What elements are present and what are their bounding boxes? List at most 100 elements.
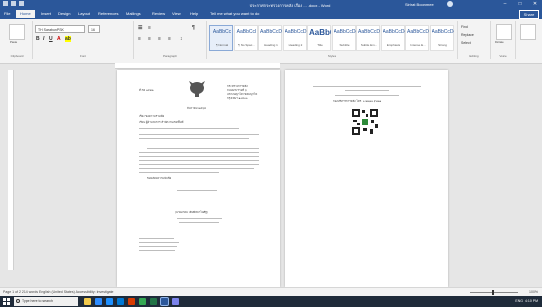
store-icon[interactable] bbox=[106, 298, 113, 305]
microphone-icon[interactable] bbox=[496, 24, 512, 40]
clipboard-group-label: Clipboard bbox=[10, 54, 24, 58]
powerpoint-icon[interactable] bbox=[128, 298, 135, 305]
system-tray[interactable]: ENG 4:10 PM bbox=[515, 299, 538, 303]
text-line bbox=[139, 152, 259, 153]
line-spacing-icon[interactable]: ↕ bbox=[180, 36, 183, 42]
undo-icon[interactable] bbox=[11, 1, 16, 6]
edge-icon[interactable] bbox=[95, 298, 102, 305]
style-name: Emphasis bbox=[386, 43, 401, 47]
align-right-icon[interactable]: ≡ bbox=[158, 36, 161, 42]
style-card[interactable]: AaBbCcI Title bbox=[307, 25, 331, 51]
tab-help[interactable]: Help bbox=[190, 10, 198, 18]
text-line bbox=[139, 128, 239, 129]
contact-note: กองบริหารการคลัง โทร. ๐ ๒๒๗๓ ๙๐๒๑ bbox=[333, 99, 382, 103]
window-controls: – □ ✕ bbox=[502, 1, 538, 7]
document-page-1[interactable]: ที่ กค ๐๔๒๒ กระทรวงการคลัง ถนนพระรามที่ … bbox=[117, 70, 280, 287]
style-card[interactable]: AaBbCcI ¶ No Spac... bbox=[233, 25, 258, 51]
share-button[interactable]: Share bbox=[519, 10, 539, 19]
tab-view[interactable]: View bbox=[172, 10, 181, 18]
windows-start-icon[interactable] bbox=[3, 298, 10, 305]
voice-group: Dictate Voice bbox=[491, 21, 516, 59]
underline-button[interactable]: U bbox=[49, 36, 53, 42]
bullets-icon[interactable]: ☰ bbox=[138, 25, 142, 31]
style-card[interactable]: AaBbCcD Heading 2 bbox=[282, 25, 307, 51]
style-card[interactable]: AaBbCcDd Strong bbox=[429, 25, 454, 51]
text-line bbox=[177, 190, 217, 191]
redo-icon[interactable] bbox=[19, 1, 24, 6]
chrome-icon[interactable] bbox=[139, 298, 146, 305]
language-indicator[interactable]: ENG bbox=[515, 299, 523, 303]
excel-icon[interactable] bbox=[150, 298, 157, 305]
closing-text: ขอแสดงความนับถือ bbox=[147, 176, 172, 180]
tab-design[interactable]: Design bbox=[58, 10, 70, 18]
tab-references[interactable]: References bbox=[98, 10, 118, 18]
style-preview: AaBbCcDd bbox=[382, 29, 405, 35]
minimize-icon[interactable]: – bbox=[502, 1, 508, 7]
justify-icon[interactable]: ≡ bbox=[168, 36, 171, 42]
style-card[interactable]: AaBbCcDd Subtle Em... bbox=[356, 25, 380, 51]
zoom-level[interactable]: 100% bbox=[529, 290, 538, 294]
mail-icon[interactable] bbox=[117, 298, 124, 305]
document-date: ธันวาคม ๒๕๖๔ bbox=[187, 106, 207, 110]
maximize-icon[interactable]: □ bbox=[517, 1, 523, 7]
style-card[interactable]: AaBbCc ¶ Normal bbox=[209, 25, 233, 51]
clock[interactable]: 4:10 PM bbox=[525, 299, 538, 303]
vertical-ruler[interactable] bbox=[8, 70, 14, 270]
editor-group bbox=[516, 21, 538, 59]
highlight-icon[interactable]: ab bbox=[65, 36, 71, 42]
style-card[interactable]: AaBbCcDd Intense E... bbox=[405, 25, 429, 51]
style-card[interactable]: AaBbCcDd Heading 1 bbox=[258, 25, 282, 51]
bold-button[interactable]: B bbox=[36, 36, 40, 42]
font-size-dropdown[interactable]: 16 bbox=[88, 25, 100, 33]
horizontal-ruler[interactable] bbox=[115, 63, 280, 69]
address-line-4: กรุงเทพฯ ๑๐๔๐๐ bbox=[227, 96, 248, 100]
tab-insert[interactable]: Insert bbox=[41, 10, 51, 18]
zoom-slider[interactable] bbox=[470, 292, 518, 293]
status-text[interactable]: Page 1 of 2 214 words English (United St… bbox=[3, 290, 114, 294]
replace-button[interactable]: Replace bbox=[461, 33, 474, 37]
pilcrow-icon[interactable]: ¶ bbox=[192, 25, 195, 31]
teams-icon[interactable] bbox=[172, 298, 179, 305]
find-button[interactable]: Find bbox=[461, 25, 468, 29]
taskbar-search-input[interactable]: Type here to search bbox=[14, 297, 78, 306]
align-left-icon[interactable]: ≡ bbox=[138, 36, 141, 42]
ribbon-tabs: File Home Insert Design Layout Reference… bbox=[0, 9, 542, 19]
style-preview: AaBbCc bbox=[212, 29, 232, 35]
tell-me-search[interactable]: Tell me what you want to do bbox=[210, 10, 259, 18]
tab-file[interactable]: File bbox=[4, 10, 10, 18]
avatar[interactable] bbox=[447, 1, 453, 7]
select-button[interactable]: Select bbox=[461, 41, 471, 45]
italic-button[interactable]: I bbox=[43, 36, 44, 42]
voice-group-label: Voice bbox=[499, 54, 507, 58]
word-icon[interactable] bbox=[160, 297, 169, 306]
font-color-icon[interactable]: A bbox=[57, 36, 61, 42]
style-name: ¶ No Spac... bbox=[238, 43, 255, 47]
align-center-icon[interactable]: ≡ bbox=[148, 36, 151, 42]
style-name: Subtitle bbox=[339, 43, 350, 47]
style-preview: AaBbCcDd bbox=[260, 29, 282, 35]
text-line bbox=[139, 164, 259, 165]
qr-code-icon[interactable] bbox=[351, 108, 379, 136]
document-page-2[interactable]: กองบริหารการคลัง โทร. ๐ ๒๒๗๓ ๙๐๒๑ bbox=[285, 70, 448, 287]
tab-review[interactable]: Review bbox=[152, 10, 165, 18]
text-line bbox=[139, 160, 259, 161]
tab-mailings[interactable]: Mailings bbox=[126, 10, 141, 18]
paste-icon[interactable] bbox=[9, 24, 25, 40]
style-name: Subtle Em... bbox=[360, 43, 378, 47]
editor-icon[interactable] bbox=[520, 24, 536, 40]
zoom-slider-thumb[interactable] bbox=[492, 290, 494, 295]
save-icon[interactable] bbox=[3, 1, 8, 6]
font-name-dropdown[interactable]: TH SarabunPSK bbox=[35, 25, 85, 33]
text-line bbox=[139, 238, 174, 239]
close-icon[interactable]: ✕ bbox=[532, 1, 538, 7]
numbering-icon[interactable]: ≡ bbox=[148, 25, 151, 31]
quick-access-toolbar bbox=[3, 1, 24, 6]
document-subject: เรื่อง ขอความร่วมมือ bbox=[139, 114, 165, 118]
user-name[interactable]: Sirirat Boonmee bbox=[405, 2, 434, 7]
style-name: Title bbox=[317, 43, 323, 47]
style-card[interactable]: AaBbCcDd Emphasis bbox=[380, 25, 405, 51]
tab-home[interactable]: Home bbox=[16, 10, 35, 18]
file-explorer-icon[interactable] bbox=[84, 298, 91, 305]
style-card[interactable]: AaBbCcDd Subtitle bbox=[331, 25, 356, 51]
tab-layout[interactable]: Layout bbox=[78, 10, 90, 18]
